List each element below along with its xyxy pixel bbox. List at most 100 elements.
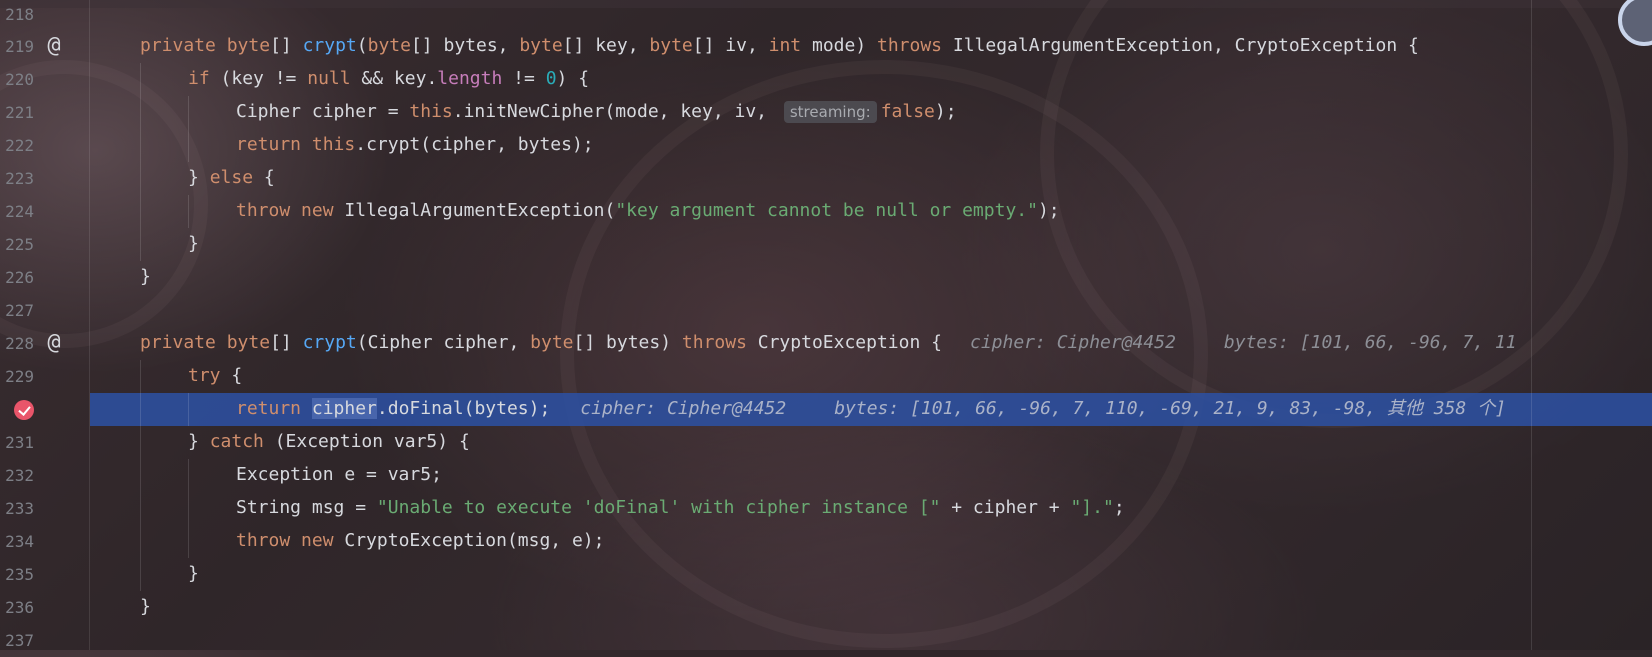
code-line: 229 try { xyxy=(0,360,1652,393)
debug-inlay-value: bytes: [101, 66, -96, 7, 11 xyxy=(1223,332,1517,353)
debug-inlay-value: bytes: [101, 66, -96, 7, 110, -69, 21, 9… xyxy=(834,398,1506,419)
method-name: crypt xyxy=(302,35,357,56)
code-line: 219 @ private byte[] crypt(byte[] bytes,… xyxy=(0,30,1652,63)
line-number: 224 xyxy=(5,202,34,221)
string-literal: "key argument cannot be null or empty." xyxy=(615,200,1038,221)
code-line: 227 xyxy=(0,294,1652,327)
keyword: try xyxy=(188,365,221,386)
code-line: 222 return this.crypt(cipher, bytes); xyxy=(0,129,1652,162)
right-margin-guide xyxy=(1531,0,1532,650)
keyword: byte xyxy=(226,35,271,56)
code-token: [] bytes) xyxy=(573,332,682,353)
keyword: throws xyxy=(681,332,747,353)
code-token: + cipher + xyxy=(940,497,1071,518)
line-number: 225 xyxy=(5,235,34,254)
indent-guide xyxy=(140,492,141,525)
line-number: 236 xyxy=(5,598,34,617)
code-token: { xyxy=(220,365,243,386)
indent-guide xyxy=(188,195,189,228)
debug-inlay-value: cipher: Cipher@4452 xyxy=(970,332,1176,353)
code-token: [] bytes, xyxy=(410,35,520,56)
code-token: Exception e = var5; xyxy=(236,464,442,485)
indent-guide xyxy=(188,393,189,426)
code-token: } xyxy=(188,563,199,584)
code-token: [] iv, xyxy=(692,35,769,56)
method-signature: private byte[] crypt(byte[] bytes, byte[… xyxy=(140,35,1419,57)
code-line: 225 } xyxy=(0,228,1652,261)
code-text: } catch (Exception var5) { xyxy=(188,431,470,453)
line-number: 231 xyxy=(5,433,34,452)
keyword: return xyxy=(236,134,302,155)
code-token: } xyxy=(188,431,210,452)
breakpoint-check-icon[interactable] xyxy=(14,400,34,420)
code-text: } xyxy=(140,596,151,618)
code-token: ) { xyxy=(556,68,590,89)
keyword: new xyxy=(301,530,334,551)
keyword: new xyxy=(301,200,334,221)
indent-guide xyxy=(188,459,189,492)
code-token: [] key, xyxy=(562,35,650,56)
keyword: int xyxy=(768,35,802,56)
keyword: this xyxy=(311,134,356,155)
at-sign-icon[interactable]: @ xyxy=(42,34,66,58)
code-token: } xyxy=(188,167,210,188)
code-token: [] xyxy=(270,332,303,353)
code-line: 228 @ private byte[] crypt(Cipher cipher… xyxy=(0,327,1652,360)
keyword: byte xyxy=(649,35,693,56)
method-signature: private byte[] crypt(Cipher cipher, byte… xyxy=(140,332,1517,354)
code-token: ); xyxy=(934,101,957,122)
keyword: if xyxy=(188,68,210,89)
indent-guide xyxy=(140,426,141,459)
code-text: } xyxy=(188,563,199,585)
code-text: throw new CryptoException(msg, e); xyxy=(236,530,604,552)
indent-guide xyxy=(140,525,141,558)
code-token: .doFinal(bytes); xyxy=(376,398,551,419)
string-literal: "Unable to execute 'doFinal' with cipher… xyxy=(376,497,941,518)
code-text: } else { xyxy=(188,167,275,189)
at-sign-icon[interactable]: @ xyxy=(42,331,66,355)
line-number: 235 xyxy=(5,565,34,584)
method-name: crypt xyxy=(302,332,357,353)
code-token: CryptoException(msg, e); xyxy=(333,530,605,551)
code-token: CryptoException { xyxy=(746,332,942,353)
code-text: Exception e = var5; xyxy=(236,464,442,486)
code-text: } xyxy=(140,266,151,288)
current-execution-line: return cipher.doFinal(bytes); cipher: Cip… xyxy=(90,393,1652,426)
code-line-gutter xyxy=(0,393,90,426)
code-token: } xyxy=(188,233,199,254)
indent-guide xyxy=(140,393,141,426)
line-number: 232 xyxy=(5,466,34,485)
keyword: else xyxy=(209,167,254,188)
code-text: return cipher.doFinal(bytes); cipher: Cip… xyxy=(236,398,1506,420)
code-line: 235 } xyxy=(0,558,1652,591)
code-line: 221 Cipher cipher = this.initNewCipher(m… xyxy=(0,96,1652,129)
parameter-hint: streaming: xyxy=(783,101,877,123)
code-token: != xyxy=(502,68,546,89)
code-token: .crypt(cipher, bytes); xyxy=(355,134,594,155)
code-token: { xyxy=(253,167,275,188)
code-token: ( xyxy=(356,35,368,56)
indent-guide xyxy=(140,63,141,96)
code-editor[interactable]: 218 219 @ private byte[] crypt(byte[] by… xyxy=(0,0,1652,650)
indent-guide xyxy=(140,228,141,261)
code-line: 232 Exception e = var5; xyxy=(0,459,1652,492)
code-text: if (key != null && key.length != 0) { xyxy=(188,68,589,90)
line-number: 223 xyxy=(5,169,34,188)
keyword: private xyxy=(140,332,216,353)
code-token: .initNewCipher(mode, key, iv, xyxy=(452,101,778,122)
line-number: 233 xyxy=(5,499,34,518)
keyword: private xyxy=(140,35,216,56)
line-number: 222 xyxy=(5,136,34,155)
code-token: [] xyxy=(270,35,303,56)
indent-guide xyxy=(140,96,141,129)
keyword: byte xyxy=(530,332,574,353)
indent-guide xyxy=(140,558,141,591)
code-line: 236 } xyxy=(0,591,1652,624)
indent-guide xyxy=(140,360,141,393)
keyword: catch xyxy=(209,431,264,452)
indent-guide xyxy=(188,492,189,525)
line-number: 220 xyxy=(5,70,34,89)
